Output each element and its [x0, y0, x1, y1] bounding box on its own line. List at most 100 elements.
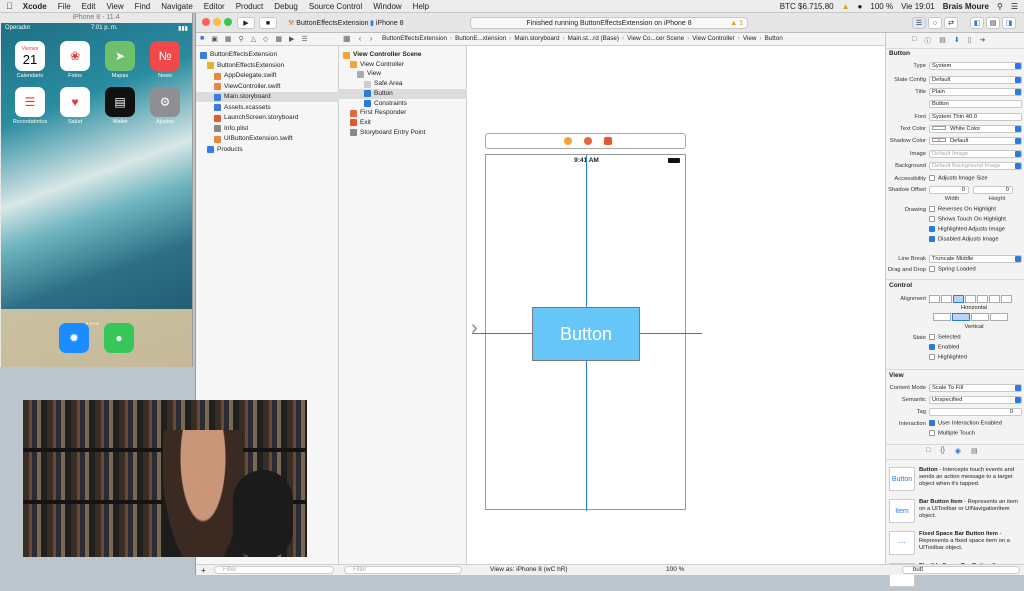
outline-item[interactable]: View Controller Scene: [339, 50, 467, 60]
shadow-width-field[interactable]: 0: [929, 185, 969, 194]
navigator-item[interactable]: Assets.xcassets: [196, 103, 339, 113]
align-right-icon[interactable]: [965, 294, 976, 303]
checkbox[interactable]: Highlighted Adjusts Image: [929, 226, 1005, 233]
align-fill-icon[interactable]: [977, 294, 988, 303]
library-item-icon[interactable]: Button: [889, 467, 915, 491]
checkbox[interactable]: Selected: [929, 334, 961, 341]
back-icon[interactable]: ‹: [359, 34, 362, 43]
breadcrumb-item[interactable]: View Co...cer Scene: [627, 35, 684, 42]
outline-item[interactable]: Storyboard Entry Point: [339, 128, 467, 138]
symbol-icon[interactable]: ▦: [225, 35, 232, 43]
semantic-popup[interactable]: Unspecified: [929, 395, 1022, 404]
iphone-frame[interactable]: 9:41 AM Button: [472, 154, 702, 511]
outline-filter-field[interactable]: Filter: [344, 566, 462, 574]
breadcrumb-item[interactable]: Button: [765, 35, 783, 42]
library-item-icon[interactable]: ⋯: [889, 531, 915, 555]
add-icon[interactable]: +: [201, 566, 206, 575]
debug-icon[interactable]: ▦: [275, 35, 282, 43]
app-icon-wallet[interactable]: ▤: [105, 87, 135, 117]
user-name[interactable]: Brais Moure: [943, 2, 989, 11]
safari-icon[interactable]: ✹: [59, 323, 89, 353]
source-control-icon[interactable]: ▣: [211, 35, 218, 43]
clock[interactable]: Vie 19:01: [901, 2, 935, 11]
menu-debug[interactable]: Debug: [274, 2, 298, 11]
adjusts-image-size-checkbox[interactable]: Adjusts Image Size: [929, 175, 988, 182]
menu-help[interactable]: Help: [413, 2, 429, 11]
navigator-item[interactable]: UIButtonExtension.swift: [196, 134, 339, 144]
font-field[interactable]: System Thin 40.0: [929, 112, 1022, 121]
scheme-selector[interactable]: ⚒ ButtonEffectsExtension: [284, 17, 370, 29]
app-icon-salud[interactable]: ♥: [60, 87, 90, 117]
zoom-label[interactable]: 100 %: [666, 566, 684, 573]
entry-point-arrow[interactable]: ›: [471, 317, 478, 340]
toggle-navigator-button[interactable]: ◧: [970, 17, 984, 29]
navigator-item[interactable]: ViewController.swift: [196, 82, 339, 92]
breadcrumb-item[interactable]: View: [743, 35, 757, 42]
minimize-button[interactable]: [213, 18, 221, 26]
tag-field[interactable]: 0: [929, 407, 1022, 416]
menu-edit[interactable]: Edit: [82, 2, 96, 11]
first-responder-icon[interactable]: [584, 137, 592, 145]
menu-editor[interactable]: Editor: [204, 2, 225, 11]
outline-item[interactable]: Exit: [339, 118, 467, 128]
storyboard-canvas[interactable]: › 9:41 AM Button: [467, 46, 885, 564]
media-library-icon[interactable]: ▤: [971, 447, 978, 455]
outline-item[interactable]: View Controller: [339, 60, 467, 70]
code-snippet-icon[interactable]: {}: [940, 447, 945, 455]
app-icon-recordatorios[interactable]: ☰: [15, 87, 45, 117]
attributes-inspector-icon[interactable]: ⬇: [954, 36, 960, 46]
background-popup[interactable]: Default Background Image: [929, 161, 1022, 170]
checkbox[interactable]: Multiple Touch: [929, 430, 975, 437]
menu-source-control[interactable]: Source Control: [309, 2, 362, 11]
breadcrumb-item[interactable]: ButtonEffectsExtension: [382, 35, 447, 42]
text-color-popup[interactable]: White Color: [929, 124, 1022, 133]
menu-file[interactable]: File: [58, 2, 71, 11]
app-icon-calendario[interactable]: Viernes 21: [15, 41, 45, 71]
navigator-item[interactable]: ButtonEffectsExtension: [196, 50, 339, 60]
navigator-item[interactable]: LaunchScreen.storyboard: [196, 113, 339, 123]
checkbox[interactable]: User Interaction Enabled: [929, 420, 1002, 427]
help-inspector-icon[interactable]: ⓘ: [924, 36, 931, 46]
image-popup[interactable]: Default Image: [929, 149, 1022, 158]
btc-ticker[interactable]: BTC $6.715,80: [780, 2, 834, 11]
outline-item[interactable]: First Responder: [339, 108, 467, 118]
checkbox[interactable]: Reverses On Highlight: [929, 206, 996, 213]
navigator-item[interactable]: AppDelegate.swift: [196, 71, 339, 81]
app-icon-mapas[interactable]: ➤: [105, 41, 135, 71]
zoom-button[interactable]: [224, 18, 232, 26]
toggle-debug-button[interactable]: ▤: [986, 17, 1000, 29]
exit-icon[interactable]: [604, 137, 612, 145]
menu-find[interactable]: Find: [135, 2, 151, 11]
breadcrumb-item[interactable]: Main.st...rd (Base): [568, 35, 619, 42]
library-item[interactable]: Button - Intercepts touch events and sen…: [919, 467, 1023, 495]
breadcrumb-item[interactable]: ButtonE...xtension: [455, 35, 506, 42]
size-inspector-icon[interactable]: ▯: [968, 36, 972, 46]
grid-icon[interactable]: ▦: [343, 34, 351, 43]
messages-icon[interactable]: ●: [104, 323, 134, 353]
folder-icon[interactable]: ■: [200, 35, 204, 43]
navigator-item[interactable]: ButtonEffectsExtension: [196, 61, 339, 71]
checkbox[interactable]: Enabled: [929, 344, 959, 351]
valign-fill-icon[interactable]: [990, 312, 1008, 321]
checkbox[interactable]: Highlighted: [929, 354, 967, 361]
toggle-inspector-button[interactable]: ◨: [1002, 17, 1016, 29]
library-item-icon[interactable]: Item: [889, 499, 915, 523]
close-button[interactable]: [202, 18, 210, 26]
simulator-screen[interactable]: Operador 7:01 p. m. ▮▮▮ Viernes 21 Calenda…: [1, 23, 192, 367]
title-text-field[interactable]: Button: [929, 99, 1022, 108]
wifi-icon[interactable]: ●: [858, 2, 863, 11]
shadow-color-popup[interactable]: Default: [929, 136, 1022, 145]
find-icon[interactable]: ⚲: [238, 35, 243, 43]
title-type-popup[interactable]: Plain: [929, 87, 1022, 96]
navigator-item[interactable]: Info.plist: [196, 124, 339, 134]
line-break-popup[interactable]: Truncate Middle: [929, 254, 1022, 263]
warning-badge[interactable]: ▲ 1: [730, 20, 743, 27]
library-item[interactable]: Bar Button Item - Represents an item on …: [919, 499, 1023, 527]
app-icon-ajustes[interactable]: ⚙: [150, 87, 180, 117]
align-center-selected-icon[interactable]: [953, 294, 964, 303]
version-editor-button[interactable]: ⇄: [944, 17, 958, 29]
menu-product[interactable]: Product: [236, 2, 264, 11]
menu-xcode[interactable]: Xcode: [23, 2, 47, 11]
valign-center-icon[interactable]: [952, 312, 970, 321]
navigator-item[interactable]: Main.storyboard: [196, 92, 339, 102]
